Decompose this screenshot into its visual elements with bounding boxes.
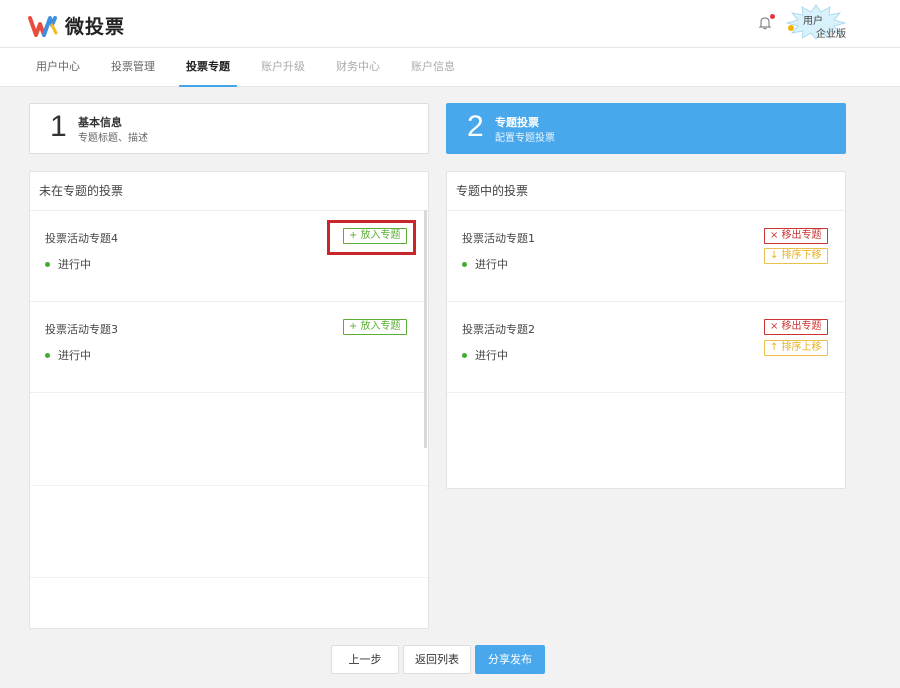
status-dot xyxy=(462,261,467,267)
list-item: 投票活动专题1 进行中 × 移出专题 ↓ 排序下移 xyxy=(447,211,845,302)
divider xyxy=(30,577,428,578)
share-publish-button[interactable]: 分享发布 xyxy=(475,645,545,674)
vote-name: 投票活动专题4 xyxy=(45,232,118,245)
nav-item-user-center[interactable]: 用户中心 xyxy=(30,48,86,87)
vote-status-text: 进行中 xyxy=(475,258,508,271)
vote-name: 投票活动专题2 xyxy=(462,323,535,336)
step-basic-info[interactable]: 1 基本信息 专题标题、描述 xyxy=(29,103,429,154)
vote-status: 进行中 xyxy=(45,347,91,363)
step-title: 基本信息 xyxy=(78,116,122,129)
panel-title: 专题中的投票 xyxy=(447,172,845,211)
top-header: 微投票 用户 企业版 xyxy=(0,0,900,48)
logo-w-icon xyxy=(28,15,58,37)
step-desc: 专题标题、描述 xyxy=(78,133,148,144)
user-status-dot xyxy=(788,25,794,31)
remove-from-topic-button[interactable]: × 移出专题 xyxy=(764,319,828,335)
sort-down-button[interactable]: ↓ 排序下移 xyxy=(764,248,828,264)
step-number: 2 xyxy=(467,110,484,143)
vote-status: 进行中 xyxy=(462,256,508,272)
status-dot xyxy=(45,352,50,358)
sort-up-button[interactable]: ↑ 排序上移 xyxy=(764,340,828,356)
status-dot xyxy=(462,352,467,358)
vote-status-text: 进行中 xyxy=(475,349,508,362)
remove-from-topic-button[interactable]: × 移出专题 xyxy=(764,228,828,244)
vote-status: 进行中 xyxy=(45,256,91,272)
notification-dot xyxy=(770,14,775,19)
highlight-box xyxy=(327,220,416,255)
nav-item-account-info[interactable]: 账户信息 xyxy=(404,48,462,87)
vote-status: 进行中 xyxy=(462,347,508,363)
list-item: 投票活动专题3 进行中 + 放入专题 xyxy=(30,302,428,393)
vote-name: 投票活动专题3 xyxy=(45,323,118,336)
vote-status-text: 进行中 xyxy=(58,349,91,362)
nav-item-finance-center[interactable]: 财务中心 xyxy=(329,48,387,87)
prev-step-button[interactable]: 上一步 xyxy=(331,645,399,674)
logo[interactable]: 微投票 xyxy=(28,12,125,39)
status-dot xyxy=(45,261,50,267)
nav-item-vote-management[interactable]: 投票管理 xyxy=(104,48,162,87)
scrollbar-thumb[interactable] xyxy=(424,210,427,448)
step-topic-votes[interactable]: 2 专题投票 配置专题投票 xyxy=(446,103,846,154)
panel-title: 未在专题的投票 xyxy=(30,172,428,211)
list-item: 投票活动专题2 进行中 × 移出专题 ↑ 排序上移 xyxy=(447,302,845,393)
nav-item-vote-topics[interactable]: 投票专题 xyxy=(179,48,237,87)
right-panel-in-topic: 专题中的投票 投票活动专题1 进行中 × 移出专题 ↓ 排序下移 投票活动专题2… xyxy=(446,171,846,489)
logo-text: 微投票 xyxy=(65,16,126,38)
main-nav: 用户中心 投票管理 投票专题 账户升级 财务中心 账户信息 xyxy=(0,48,900,87)
divider xyxy=(30,485,428,486)
nav-item-account-upgrade[interactable]: 账户升级 xyxy=(254,48,312,87)
step-desc: 配置专题投票 xyxy=(495,133,555,144)
step-title: 专题投票 xyxy=(495,116,539,129)
vote-name: 投票活动专题1 xyxy=(462,232,535,245)
user-level: 企业版 xyxy=(816,29,846,40)
step-number: 1 xyxy=(50,110,67,143)
vote-status-text: 进行中 xyxy=(58,258,91,271)
add-to-topic-button[interactable]: + 放入专题 xyxy=(343,319,407,335)
back-to-list-button[interactable]: 返回列表 xyxy=(403,645,471,674)
